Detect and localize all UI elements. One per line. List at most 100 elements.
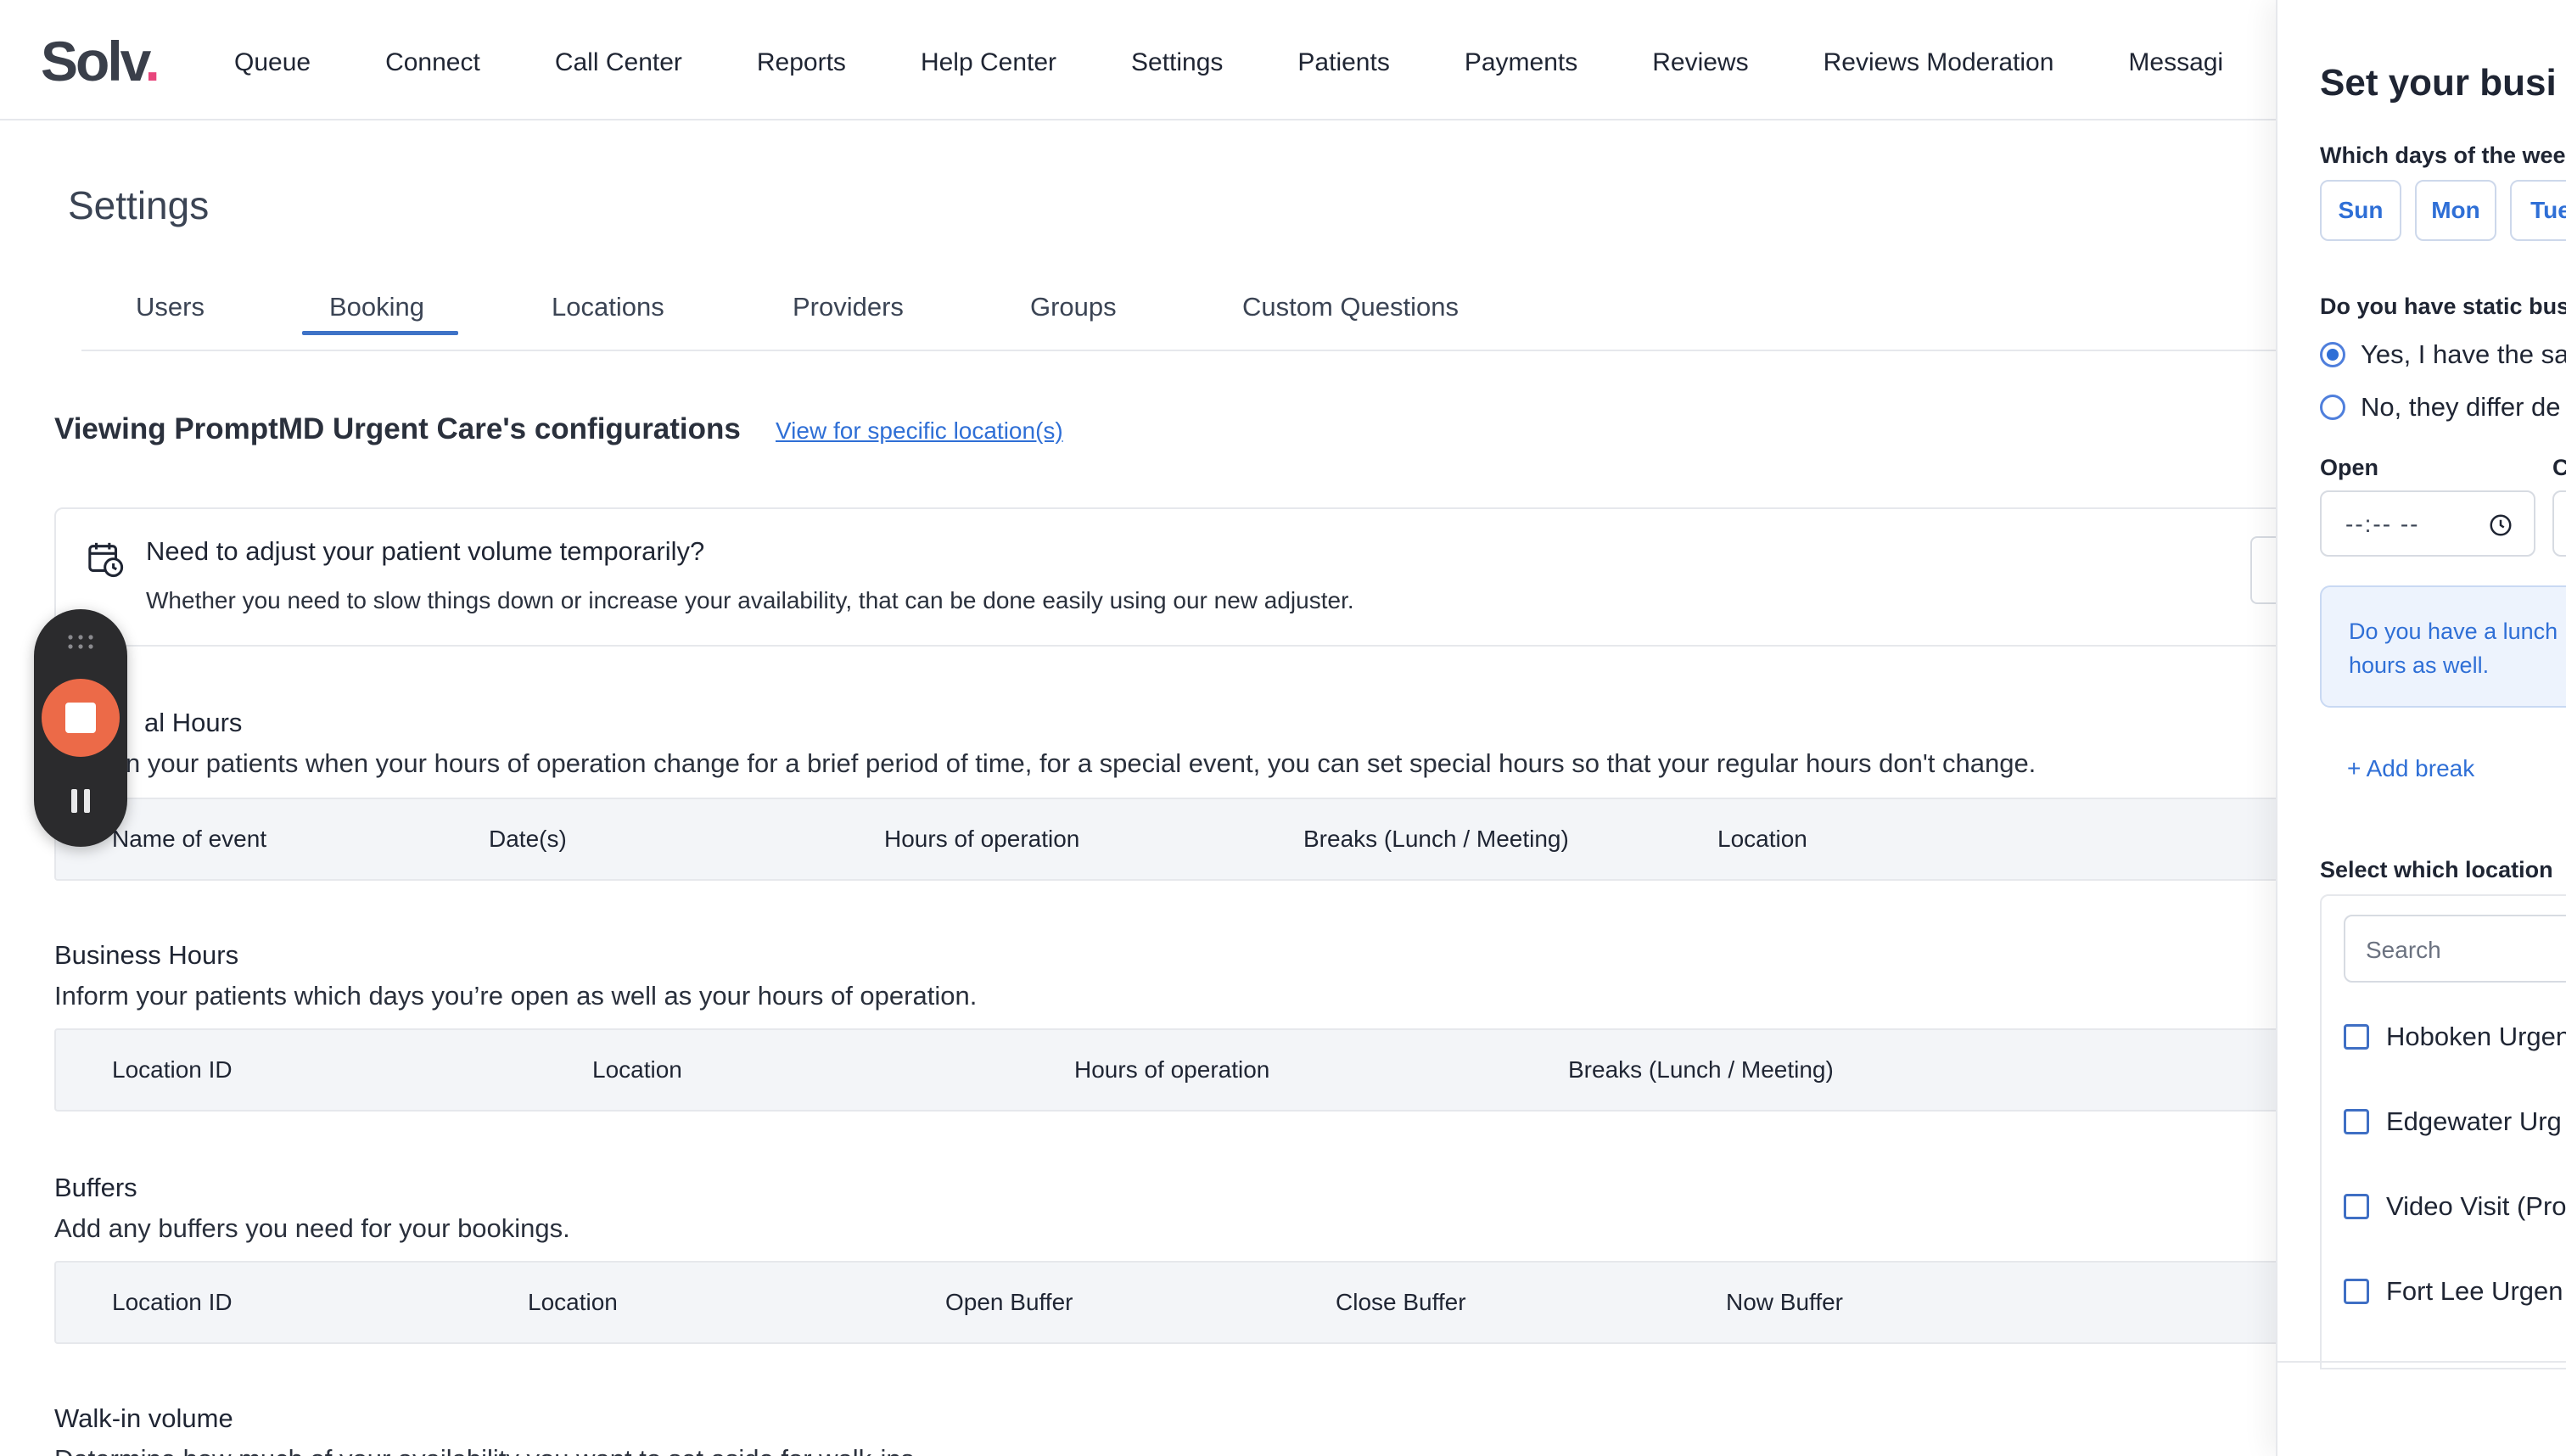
select-locations-label: Select which location — [2320, 857, 2553, 882]
day-mon-button[interactable]: Mon — [2415, 180, 2496, 241]
top-nav: Solv. Queue Connect Call Center Reports … — [0, 0, 2276, 120]
pause-icon-bar-left — [71, 789, 77, 813]
radio-same-hours[interactable]: Yes, I have the sa — [2320, 338, 2566, 372]
drag-handle-icon[interactable] — [66, 633, 95, 652]
location-search-input[interactable]: Search — [2344, 915, 2566, 983]
buffers-table-header: Location ID Location Open Buffer Close B… — [54, 1261, 2294, 1344]
col-name-of-event: Name of event — [112, 826, 267, 852]
add-break-button[interactable]: + Add break — [2347, 753, 2474, 784]
nav-item-reviews-moderation[interactable]: Reviews Moderation — [1824, 46, 2054, 80]
col-breaks: Breaks (Lunch / Meeting) — [1568, 1056, 1834, 1083]
calendar-clock-icon — [88, 542, 124, 578]
close-label: C — [2552, 453, 2566, 482]
solv-logo[interactable]: Solv. — [41, 29, 160, 93]
location-checkbox-item[interactable]: Fort Lee Urgen — [2344, 1274, 2563, 1308]
col-location-id: Location ID — [112, 1056, 233, 1083]
business-hours-drawer: Set your busi Which days of the wee Sun … — [2276, 0, 2566, 1456]
col-close-buffer: Close Buffer — [1336, 1289, 1466, 1315]
location-checkbox-item[interactable]: Hoboken Urgen — [2344, 1020, 2566, 1054]
checkbox[interactable] — [2344, 1194, 2369, 1219]
buffers-title: Buffers — [54, 1173, 137, 1202]
nav-item-help-center[interactable]: Help Center — [921, 46, 1056, 80]
static-hours-label: Do you have static bus — [2320, 294, 2566, 319]
location-label: Hoboken Urgen — [2386, 1022, 2566, 1051]
radio-same-hours-label: Yes, I have the sa — [2361, 339, 2566, 369]
business-hours-table-header: Location ID Location Hours of operation … — [54, 1028, 2294, 1112]
tab-users[interactable]: Users — [136, 290, 204, 324]
tab-custom-questions[interactable]: Custom Questions — [1242, 290, 1459, 324]
nav-item-payments[interactable]: Payments — [1465, 46, 1577, 80]
col-now-buffer: Now Buffer — [1726, 1289, 1843, 1315]
pause-icon-bar-right — [84, 789, 90, 813]
nav-item-messaging[interactable]: Messagi — [2128, 46, 2223, 80]
radio-differ-hours[interactable]: No, they differ de — [2320, 390, 2561, 424]
business-hours-title: Business Hours — [54, 940, 239, 970]
radio-differ-hours-label: No, they differ de — [2361, 392, 2561, 422]
clock-icon — [2490, 514, 2512, 536]
location-label: Fort Lee Urgen — [2386, 1276, 2563, 1306]
nav-item-reports[interactable]: Reports — [757, 46, 846, 80]
logo-text: Solv — [41, 30, 147, 92]
logo-dot: . — [144, 30, 160, 92]
open-time-input[interactable]: --:-- -- — [2320, 490, 2535, 557]
lunch-break-text: Do you have a lunch hours as well. — [2349, 619, 2558, 678]
col-breaks: Breaks (Lunch / Meeting) — [1303, 826, 1569, 852]
special-hours-table-header: Name of event Date(s) Hours of operation… — [54, 798, 2294, 881]
checkbox[interactable] — [2344, 1279, 2369, 1304]
days-label: Which days of the wee — [2320, 143, 2566, 168]
radio-circle[interactable] — [2320, 395, 2345, 420]
col-location: Location — [528, 1289, 618, 1315]
col-hours-of-operation: Hours of operation — [884, 826, 1080, 852]
active-tab-indicator — [302, 331, 458, 335]
settings-tabs: Users Booking Locations Providers Groups… — [81, 268, 2279, 351]
nav-item-settings[interactable]: Settings — [1131, 46, 1223, 80]
radio-circle-checked[interactable] — [2320, 342, 2345, 367]
tab-locations[interactable]: Locations — [552, 290, 664, 324]
location-label: Video Visit (Pro — [2386, 1191, 2566, 1221]
day-tue-button[interactable]: Tue — [2510, 180, 2566, 241]
notice-body: Whether you need to slow things down or … — [146, 587, 1354, 613]
pause-recording-button[interactable] — [66, 782, 95, 816]
nav-item-patients[interactable]: Patients — [1297, 46, 1389, 80]
volume-adjuster-notice: Need to adjust your patient volume tempo… — [54, 507, 2301, 647]
nav-item-queue[interactable]: Queue — [234, 46, 311, 80]
col-dates: Date(s) — [489, 826, 567, 852]
business-hours-desc: Inform your patients which days you’re o… — [54, 981, 978, 1011]
col-location-id: Location ID — [112, 1289, 233, 1315]
open-label: Open — [2320, 455, 2379, 480]
nav-item-reviews[interactable]: Reviews — [1652, 46, 1748, 80]
locations-panel: Search Hoboken Urgen Edgewater Urg Video… — [2320, 894, 2566, 1369]
viewing-configurations-heading: Viewing PromptMD Urgent Care's configura… — [54, 412, 741, 445]
drawer-footer-divider — [2277, 1361, 2566, 1363]
nav-item-connect[interactable]: Connect — [385, 46, 480, 80]
lunch-break-info: Do you have a lunch hours as well. — [2320, 585, 2566, 708]
tab-booking[interactable]: Booking — [329, 290, 424, 324]
page-title: Settings — [68, 183, 210, 227]
special-hours-desc: n your patients when your hours of opera… — [126, 748, 2037, 778]
checkbox[interactable] — [2344, 1024, 2369, 1050]
col-location: Location — [592, 1056, 682, 1083]
location-checkbox-item[interactable]: Edgewater Urg — [2344, 1105, 2562, 1139]
view-specific-locations-link[interactable]: View for specific location(s) — [776, 416, 1063, 446]
drawer-title: Set your busi — [2320, 62, 2557, 104]
buffers-desc: Add any buffers you need for your bookin… — [54, 1213, 570, 1243]
checkbox[interactable] — [2344, 1109, 2369, 1134]
location-label: Edgewater Urg — [2386, 1106, 2562, 1136]
search-placeholder: Search — [2366, 937, 2441, 963]
tab-groups[interactable]: Groups — [1030, 290, 1117, 324]
open-time-value: --:-- -- — [2345, 511, 2420, 537]
col-hours-of-operation: Hours of operation — [1074, 1056, 1270, 1083]
screen-recorder-widget — [34, 609, 127, 847]
walkin-volume-desc: Determine how much of your availability … — [54, 1442, 922, 1456]
location-checkbox-item[interactable]: Video Visit (Pro — [2344, 1190, 2566, 1224]
notice-title: Need to adjust your patient volume tempo… — [146, 536, 705, 566]
stop-recording-button[interactable] — [42, 679, 120, 757]
col-location: Location — [1717, 826, 1807, 852]
col-open-buffer: Open Buffer — [945, 1289, 1073, 1315]
tab-providers[interactable]: Providers — [793, 290, 904, 324]
special-hours-title: al Hours — [144, 708, 243, 737]
close-time-input[interactable] — [2552, 490, 2566, 557]
walkin-volume-title: Walk-in volume — [54, 1403, 233, 1433]
day-sun-button[interactable]: Sun — [2320, 180, 2401, 241]
nav-item-call-center[interactable]: Call Center — [555, 46, 682, 80]
